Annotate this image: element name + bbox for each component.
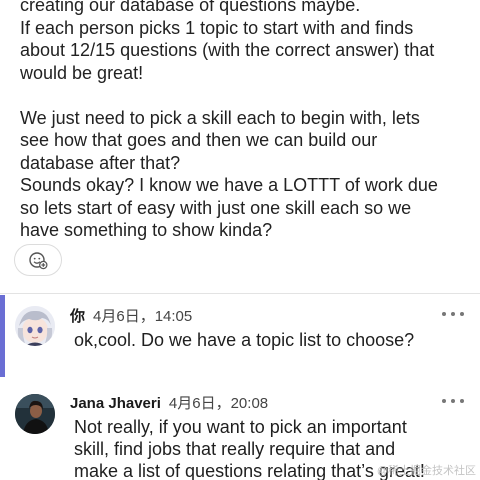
message-line: skill, find jobs that really require tha…: [74, 439, 396, 459]
dot-icon: [442, 399, 446, 403]
add-reaction-icon: [29, 252, 48, 270]
message-header: Jana Jhaveri 4月6日，20:08: [70, 392, 268, 413]
author-name[interactable]: Jana Jhaveri: [70, 395, 161, 412]
message-line: We just need to pick a skill each to beg…: [20, 107, 420, 128]
message-body: Not really, if you want to pick an impor…: [74, 416, 425, 480]
avatar[interactable]: [15, 306, 55, 346]
message-line: Not really, if you want to pick an impor…: [74, 417, 407, 437]
avatar-image: [15, 394, 55, 434]
watermark: @稀土掘金技术社区: [376, 465, 476, 477]
message-line: creating our database of questions maybe…: [20, 0, 361, 15]
message-body: ok,cool. Do we have a topic list to choo…: [74, 330, 415, 350]
message-line: so lets start of easy with just one skil…: [20, 197, 412, 218]
more-options-button[interactable]: [442, 396, 464, 406]
dot-icon: [451, 312, 455, 316]
message-top-body: creating our database of questions maybe…: [20, 0, 462, 242]
avatar-image: [15, 306, 55, 346]
message-line: have something to show kinda?: [20, 220, 273, 240]
add-reaction-button[interactable]: [14, 244, 62, 276]
message-line: If each person picks 1 topic to start wi…: [20, 17, 414, 38]
message-line: would be great!: [20, 62, 144, 83]
more-options-button[interactable]: [442, 309, 464, 319]
highlight-bar: [0, 295, 5, 377]
dot-icon: [460, 312, 464, 316]
message-header: 你 4月6日，14:05: [70, 305, 192, 326]
timestamp: 4月6日，20:08: [168, 395, 269, 412]
author-name[interactable]: 你: [70, 305, 85, 326]
message-line: Sounds okay? I know we have a LOTTT of w…: [20, 175, 438, 195]
timestamp: 4月6日，14:05: [93, 308, 193, 325]
dot-icon: [442, 312, 446, 316]
avatar[interactable]: [15, 394, 55, 434]
message-line: make a list of questions relating that’s…: [74, 461, 425, 480]
message-line: see how that goes and then we can build …: [20, 130, 378, 150]
message-line: database after that?: [20, 152, 181, 173]
message-divider: [0, 293, 480, 294]
dot-icon: [460, 399, 464, 403]
message-line: about 12/15 questions (with the correct …: [20, 40, 435, 60]
dot-icon: [451, 399, 455, 403]
